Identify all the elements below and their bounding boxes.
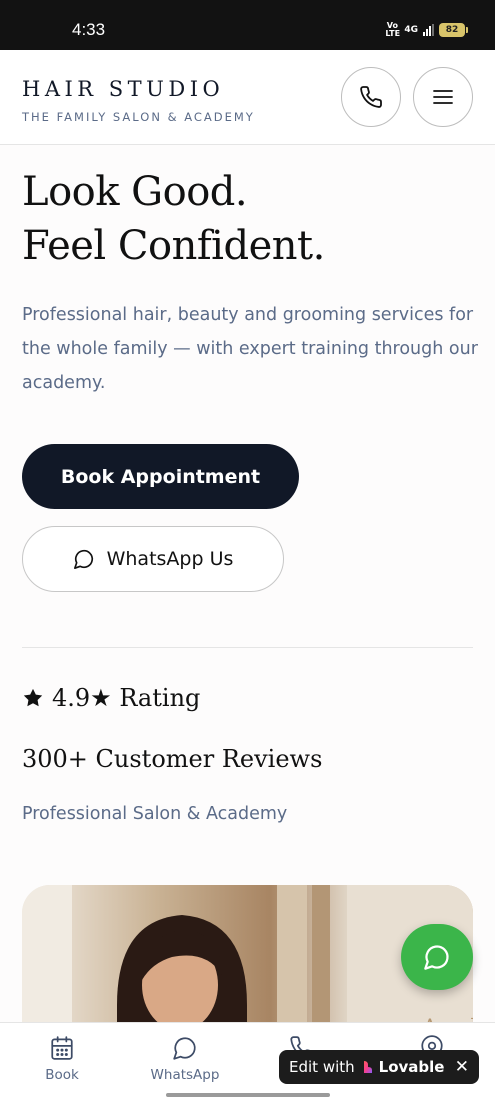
phone-icon: [360, 86, 382, 108]
status-icons: Vo LTE 4G 82: [385, 21, 468, 38]
chat-bubble-icon: [424, 945, 449, 970]
hamburger-menu-icon: [433, 90, 453, 104]
rating-text: 4.9★ Rating: [52, 684, 201, 712]
site-header: HAIR STUDIO THE FAMILY SALON & ACADEMY: [0, 50, 495, 145]
brand-name[interactable]: HAIR STUDIO: [22, 77, 224, 101]
whatsapp-us-label: WhatsApp Us: [106, 548, 234, 570]
star-icon: [23, 688, 43, 707]
hero-title: Look Good. Feel Confident.: [22, 165, 325, 273]
network-type: 4G: [404, 25, 418, 35]
nav-item-label: Book: [45, 1067, 79, 1083]
academy-label: Professional Salon & Academy: [22, 804, 288, 824]
home-indicator[interactable]: [166, 1093, 330, 1097]
hero-description: Professional hair, beauty and grooming s…: [22, 305, 478, 393]
hero-title-line-2: Feel Confident.: [22, 223, 325, 269]
nav-item-label: WhatsApp: [150, 1067, 220, 1083]
section-divider: [22, 647, 473, 648]
lovable-logo-icon: [363, 1061, 372, 1073]
close-icon[interactable]: ✕: [455, 1057, 469, 1077]
menu-button[interactable]: [413, 67, 473, 127]
nav-item-book[interactable]: Book: [22, 1035, 102, 1083]
chat-bubble-icon: [173, 1037, 196, 1060]
brand-tagline: THE FAMILY SALON & ACADEMY: [22, 110, 255, 124]
whatsapp-us-button[interactable]: WhatsApp Us: [22, 526, 284, 592]
volte-indicator: Vo LTE: [385, 21, 401, 38]
battery-icon: 82: [439, 23, 468, 37]
lovable-brand-label: Lovable: [378, 1058, 445, 1076]
reviews-count: 300+ Customer Reviews: [22, 745, 323, 773]
lovable-brand: Lovable: [361, 1058, 445, 1076]
book-appointment-button[interactable]: Book Appointment: [22, 444, 299, 509]
status-bar: 4:33 Vo LTE 4G 82: [0, 0, 495, 50]
rating-row: 4.9★ Rating: [22, 684, 200, 712]
book-appointment-label: Book Appointment: [60, 465, 261, 488]
edit-with-label: Edit with: [289, 1058, 355, 1076]
chat-bubble-icon: [73, 549, 93, 569]
call-button[interactable]: [341, 67, 401, 127]
status-time: 4:33: [72, 20, 106, 39]
whatsapp-fab[interactable]: [401, 924, 473, 990]
signal-icon: [423, 24, 434, 36]
nav-item-whatsapp[interactable]: WhatsApp: [145, 1035, 225, 1083]
calendar-icon: [51, 1036, 73, 1060]
hero-title-line-1: Look Good.: [22, 169, 248, 215]
edit-with-lovable-badge[interactable]: Edit with Lovable ✕: [279, 1050, 479, 1084]
